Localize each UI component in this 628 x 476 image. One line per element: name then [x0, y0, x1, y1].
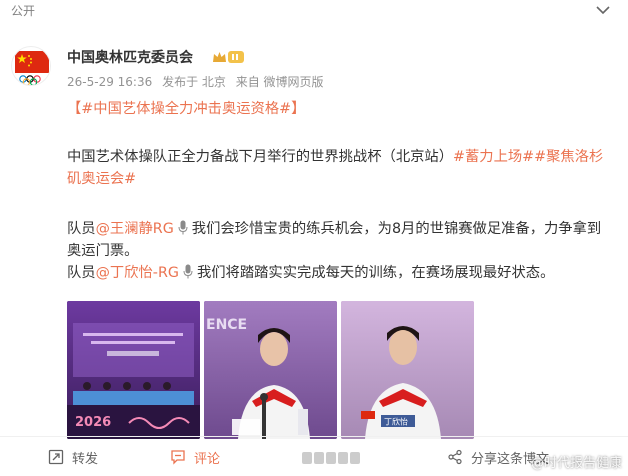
watermark: @时代报告健康 [530, 456, 622, 471]
visibility-label: 公开 [11, 4, 36, 18]
paragraph-1-text: 中国艺术体操队正全力备战下月举行的世界挑战杯（北京站） [67, 149, 454, 165]
repost-icon [48, 449, 64, 465]
comment-icon [171, 450, 185, 465]
post-paragraph-1: 中国艺术体操队正全力备战下月举行的世界挑战杯（北京站）#蓄力上场##聚焦洛杉矶奥… [67, 146, 615, 190]
photo-1-year-text: 2026 [75, 415, 111, 430]
quote-1-prefix: 队员 [67, 221, 96, 237]
photo-press-conference[interactable]: 2026 [67, 301, 200, 439]
comment-button[interactable]: 评论 [170, 445, 220, 469]
photo-2-backdrop-text: ENCE [206, 317, 247, 333]
repost-label: 转发 [72, 451, 99, 467]
quote-2-text: 我们将踏踏实实完成每天的训练，在赛场展现最好状态。 [196, 265, 555, 281]
photo-3-nameplate-text: 丁欣怡 [384, 417, 408, 427]
like-avatars[interactable] [302, 450, 362, 469]
china-olympic-logo-icon [15, 51, 49, 85]
photo-grid: 2026 ENCE 丁欣怡 [67, 301, 474, 439]
quote-line-2: 队员@丁欣怡-RG 我们将踏踏实实完成每天的训练，在赛场展现最好状态。 [67, 262, 615, 284]
quote-line-1: 队员@王澜静RG 我们会珍惜宝贵的练兵机会，为8月的世锦赛做足准备，力争拿到奥运门… [67, 218, 615, 262]
author-name[interactable]: 中国奥林匹克委员会 [67, 47, 193, 67]
quote-2-prefix: 队员 [67, 265, 96, 281]
chevron-down-icon[interactable] [596, 5, 610, 15]
mention-link-2[interactable]: @丁欣怡-RG [96, 265, 179, 281]
repost-button[interactable]: 转发 [48, 445, 98, 469]
microphone-icon [183, 264, 193, 279]
vip-badge-icon[interactable] [211, 49, 245, 65]
avatar[interactable] [11, 46, 51, 86]
post-source: 来自 微博网页版 [235, 75, 324, 89]
microphone-icon [178, 220, 188, 235]
share-icon [448, 449, 462, 465]
photo-athlete-wang[interactable]: ENCE [204, 301, 337, 439]
headline-topic-link[interactable]: 【#中国艺体操全力冲击奥运资格#】 [67, 101, 305, 117]
post-headline: 【#中国艺体操全力冲击奥运资格#】 [67, 98, 615, 120]
post-location: 发布于 北京 [162, 75, 226, 89]
photo-athlete-ding[interactable]: 丁欣怡 [341, 301, 474, 439]
mention-link-1[interactable]: @王澜静RG [96, 221, 174, 237]
post-paragraph-2: 队员@王澜静RG 我们会珍惜宝贵的练兵机会，为8月的世锦赛做足准备，力争拿到奥运门… [67, 218, 615, 284]
like-icon [302, 452, 360, 464]
top-bar: 公开 [0, 0, 628, 24]
comment-label: 评论 [194, 451, 221, 467]
post-meta: 26-5-29 16:36 发布于 北京 来自 微博网页版 [67, 73, 330, 90]
weibo-post-card: 中国奥林匹克委员会 26-5-29 16:36 发布于 北京 来自 微博网页版 … [0, 28, 628, 476]
post-time[interactable]: 26-5-29 16:36 [67, 75, 152, 89]
